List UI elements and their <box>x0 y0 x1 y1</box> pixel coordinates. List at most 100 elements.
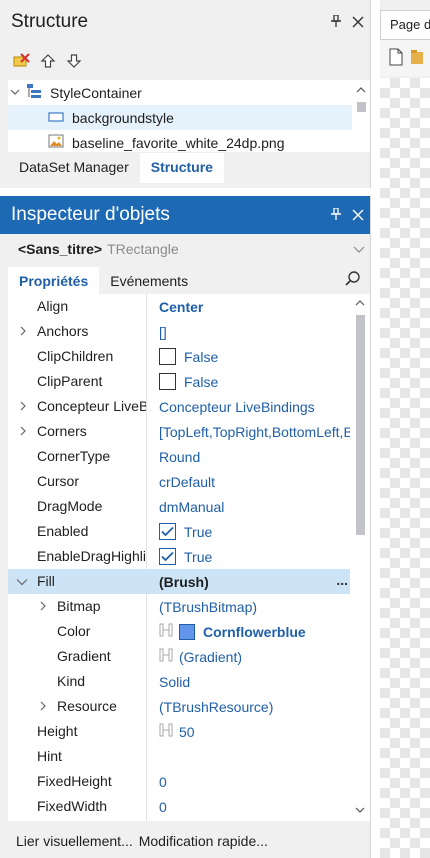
object-selector[interactable]: <Sans_titre> TRectangle <box>0 234 370 264</box>
property-name: CornerType <box>37 448 111 464</box>
binding-link-icon <box>159 723 173 740</box>
close-icon[interactable] <box>346 205 370 226</box>
tree-item-stylecontainer[interactable]: StyleContainer <box>8 80 370 105</box>
property-row-enabled[interactable]: Enabled True <box>8 519 370 544</box>
property-name: DragMode <box>37 498 103 514</box>
scroll-thumb[interactable] <box>356 315 365 535</box>
chevron-right-icon[interactable] <box>19 419 27 444</box>
property-name: Kind <box>57 673 86 689</box>
move-up-icon[interactable] <box>38 51 58 71</box>
property-value[interactable]: 0 <box>159 769 350 794</box>
property-value[interactable]: Cornflowerblue <box>159 619 350 644</box>
pin-icon[interactable] <box>326 206 346 223</box>
property-row-corners[interactable]: Corners [TopLeft,TopRight,BottomLeft,Bot… <box>8 419 370 444</box>
tab-page[interactable]: Page d <box>380 10 430 40</box>
structure-title: Structure <box>11 11 89 32</box>
quick-edit-link[interactable]: Modification rapide... <box>139 833 268 849</box>
property-value[interactable] <box>159 744 350 769</box>
close-icon[interactable] <box>346 12 370 33</box>
property-row-gradient[interactable]: Gradient (Gradient) <box>8 644 370 669</box>
pin-icon[interactable] <box>326 13 346 30</box>
scroll-up-icon[interactable] <box>350 297 370 309</box>
chevron-right-icon[interactable] <box>39 594 47 619</box>
delete-icon[interactable] <box>12 51 32 71</box>
chevron-down-icon[interactable] <box>16 569 28 594</box>
checkbox-unchecked[interactable] <box>159 373 176 390</box>
scroll-up-icon[interactable] <box>352 84 370 96</box>
property-value[interactable]: (TBrushBitmap) <box>159 594 350 619</box>
design-canvas[interactable] <box>380 78 430 858</box>
property-row-kind[interactable]: Kind Solid <box>8 669 370 694</box>
property-row-clipparent[interactable]: ClipParent False <box>8 369 370 394</box>
property-row-cursor[interactable]: Cursor crDefault <box>8 469 370 494</box>
new-page-icon[interactable] <box>389 48 403 69</box>
tree-item-image[interactable]: baseline_favorite_white_24dp.png <box>8 130 370 155</box>
chevron-right-icon[interactable] <box>19 394 27 419</box>
property-row-cornertype[interactable]: CornerType Round <box>8 444 370 469</box>
property-value[interactable]: False <box>159 344 350 369</box>
property-value[interactable]: (Brush) ... <box>159 569 370 594</box>
tab-structure[interactable]: Structure <box>139 153 224 183</box>
property-grid-scrollbar[interactable] <box>350 294 370 821</box>
property-name: FixedHeight <box>37 773 112 789</box>
property-value[interactable]: (Gradient) <box>159 644 350 669</box>
open-folder-icon[interactable] <box>411 49 423 68</box>
property-value[interactable]: 50 <box>159 719 350 744</box>
property-value[interactable]: dmManual <box>159 494 350 519</box>
property-row-enabledraghighlight[interactable]: EnableDragHighlight True <box>8 544 370 569</box>
property-row-hint[interactable]: Hint <box>8 744 370 769</box>
property-row-align[interactable]: Align Center <box>8 294 370 319</box>
move-down-icon[interactable] <box>64 51 84 71</box>
tab-properties[interactable]: Propriétés <box>8 267 100 294</box>
property-row-clipchildren[interactable]: ClipChildren False <box>8 344 370 369</box>
checkbox-unchecked[interactable] <box>159 348 176 365</box>
property-value[interactable]: [] <box>159 319 350 344</box>
value-text: 0 <box>159 798 167 815</box>
chevron-down-icon[interactable] <box>348 242 370 256</box>
property-value[interactable]: True <box>159 544 350 569</box>
property-row-color[interactable]: Color Cornflowerblue <box>8 619 370 644</box>
property-value[interactable]: Solid <box>159 669 350 694</box>
property-row-bitmap[interactable]: Bitmap (TBrushBitmap) <box>8 594 370 619</box>
search-icon[interactable] <box>344 270 364 290</box>
color-swatch[interactable] <box>179 623 195 640</box>
property-value[interactable]: Concepteur LiveBindings <box>159 394 350 419</box>
chevron-right-icon[interactable] <box>19 319 27 344</box>
value-text: 0 <box>159 773 167 790</box>
value-text: False <box>184 373 219 390</box>
object-type: TRectangle <box>107 241 179 257</box>
property-value[interactable]: False <box>159 369 350 394</box>
tab-dataset-manager[interactable]: DataSet Manager <box>8 153 140 183</box>
property-value[interactable]: 0 <box>159 794 350 819</box>
property-row-height[interactable]: Height 50 <box>8 719 370 744</box>
value-text: (TBrushBitmap) <box>159 598 258 615</box>
value-text: [TopLeft,TopRight,BottomLeft,BottomRight… <box>159 423 350 440</box>
property-row-resource[interactable]: Resource (TBrushResource) <box>8 694 370 719</box>
property-value[interactable]: [TopLeft,TopRight,BottomLeft,BottomRight… <box>159 419 350 444</box>
checkbox-checked[interactable] <box>159 523 176 540</box>
property-value[interactable]: Center <box>159 294 350 319</box>
property-row-dragmode[interactable]: DragMode dmManual <box>8 494 370 519</box>
property-value[interactable]: Round <box>159 444 350 469</box>
property-row-anchors[interactable]: Anchors [] <box>8 319 370 344</box>
scroll-thumb[interactable] <box>357 102 366 112</box>
inspector-title: Inspecteur d'objets <box>11 204 170 225</box>
property-row-livebindings[interactable]: Concepteur LiveBindings Concepteur LiveB… <box>8 394 370 419</box>
style-container-icon <box>26 83 46 102</box>
scroll-down-icon[interactable] <box>350 804 370 816</box>
ellipsis-button[interactable]: ... <box>336 569 348 591</box>
tree-item-backgroundstyle[interactable]: backgroundstyle <box>8 105 370 130</box>
property-value[interactable]: (TBrushResource) <box>159 694 350 719</box>
checkbox-checked[interactable] <box>159 548 176 565</box>
property-row-fixedheight[interactable]: FixedHeight 0 <box>8 769 370 794</box>
property-value[interactable]: crDefault <box>159 469 350 494</box>
property-row-fixedwidth[interactable]: FixedWidth 0 <box>8 794 370 819</box>
bind-visually-link[interactable]: Lier visuellement... <box>16 833 133 849</box>
chevron-right-icon[interactable] <box>39 694 47 719</box>
chevron-down-icon[interactable] <box>10 87 24 99</box>
tree-scrollbar[interactable] <box>352 80 370 152</box>
value-text: Center <box>159 298 204 315</box>
tab-events[interactable]: Evénements <box>99 267 200 294</box>
property-row-fill[interactable]: Fill (Brush) ... <box>8 569 370 594</box>
property-value[interactable]: True <box>159 519 350 544</box>
